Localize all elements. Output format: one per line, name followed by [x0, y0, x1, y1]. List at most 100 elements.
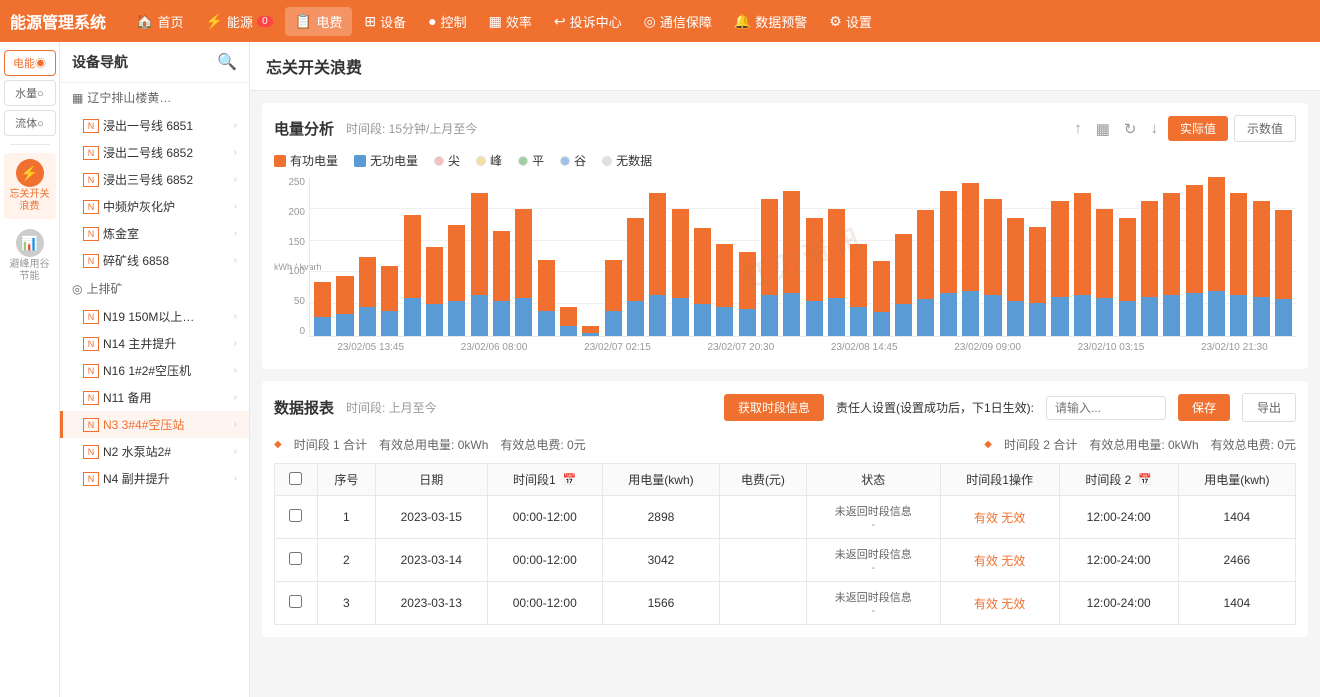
row-checkbox-2[interactable]: [275, 582, 318, 625]
app-title: 能源管理系统: [10, 9, 106, 33]
row-1-invalid-btn[interactable]: 无效: [1001, 552, 1025, 569]
col-period2: 时间段 2 📅: [1059, 464, 1178, 496]
device-item-d2[interactable]: N 浸出二号线 6852 ›: [60, 139, 249, 166]
legend-valley: 谷: [560, 152, 586, 169]
nav-control[interactable]: ● 控制: [418, 7, 476, 36]
row-1-checkbox[interactable]: [289, 552, 302, 565]
nav-efficiency[interactable]: ▦ 效率: [479, 7, 542, 36]
bar-chart-icon[interactable]: ▦: [1092, 118, 1114, 140]
table-thead: 序号 日期 时间段1 📅 用电量(kwh) 电费(元) 状态: [275, 464, 1296, 496]
refresh-icon[interactable]: ↻: [1120, 118, 1141, 140]
device-item-d3[interactable]: N 浸出三号线 6852 ›: [60, 166, 249, 193]
settings-icon: ⚙: [829, 13, 842, 30]
legend-reactive-label: 无功电量: [370, 152, 418, 169]
get-info-button[interactable]: 获取时段信息: [724, 394, 824, 421]
bar-blue-36: [1119, 301, 1136, 336]
nav-equipment[interactable]: ⊞ 设备: [354, 7, 416, 36]
device-d4-icon: N: [83, 200, 99, 214]
bar-blue-13: [605, 311, 622, 336]
quick-sidebar: 电能◉ 水量○ 流体○ ⚡ 忘关开关浪费 📊 避峰用谷节能: [0, 42, 60, 697]
row-1-valid-btn[interactable]: 有效: [974, 552, 998, 569]
period2-calendar-icon[interactable]: 📅: [1138, 473, 1152, 486]
bar-blue-4: [404, 298, 421, 336]
nav-comm[interactable]: ◎ 通信保障: [634, 7, 722, 36]
row-0-invalid-btn[interactable]: 无效: [1001, 509, 1025, 526]
bar-group-10: [535, 177, 556, 336]
row-dash-2: -: [871, 605, 875, 617]
device-item-u1[interactable]: N N19 150M以上… ›: [60, 303, 249, 330]
row-checkbox-1[interactable]: [275, 539, 318, 582]
period1-calendar-icon[interactable]: 📅: [563, 473, 577, 486]
bar-orange-17: [694, 228, 711, 304]
row-0-checkbox[interactable]: [289, 509, 302, 522]
quick-btn-water[interactable]: 水量○: [4, 80, 56, 106]
search-icon[interactable]: 🔍: [217, 52, 237, 72]
device-nav-header: 设备导航 🔍: [60, 42, 249, 83]
device-item-d4[interactable]: N 中频炉灰化炉 ›: [60, 193, 249, 220]
row-checkbox-0[interactable]: [275, 496, 318, 539]
legend-valley-dot: [560, 156, 570, 166]
device-item-d1[interactable]: N 浸出一号线 6851 ›: [60, 112, 249, 139]
bar-group-11: [558, 177, 579, 336]
row-2-invalid-btn[interactable]: 无效: [1001, 595, 1025, 612]
device-item-d6[interactable]: N 碎矿线 6858 ›: [60, 247, 249, 274]
content-body: 电量分析 时间段: 15分钟/上月至今 ↑ ▦ ↻ ↓ 实际值 示数值: [250, 91, 1320, 697]
bar-blue-35: [1096, 298, 1113, 336]
device-d5-label: 炼金室: [103, 225, 139, 242]
display-value-button[interactable]: 示数值: [1234, 115, 1296, 142]
bar-orange-9: [515, 209, 532, 298]
bar-blue-1: [336, 314, 353, 336]
bar-group-24: [848, 177, 869, 336]
download-icon[interactable]: ↓: [1146, 118, 1162, 139]
device-item-u7[interactable]: N N4 副井提升 ›: [60, 465, 249, 492]
nav-complaint[interactable]: ↩ 投诉中心: [544, 7, 632, 36]
device-item-d5-left: N 炼金室: [83, 225, 139, 242]
row-2-valid-btn[interactable]: 有效: [974, 595, 998, 612]
bar-group-38: [1161, 177, 1182, 336]
nav-electricity[interactable]: 📋 电费: [285, 7, 352, 36]
export-button[interactable]: 导出: [1242, 393, 1296, 422]
save-button[interactable]: 保存: [1178, 394, 1230, 421]
export-icon[interactable]: ↑: [1070, 118, 1086, 139]
shortcut-valley-saving[interactable]: 📊 避峰用谷节能: [4, 223, 56, 289]
summary1-power: 有效总用电量: 0kWh: [379, 436, 488, 453]
alert-icon: 🔔: [734, 13, 751, 30]
device-item-u5[interactable]: N N3 3#4#空压站 ›: [60, 411, 249, 438]
nav-energy[interactable]: ⚡ 能源 0: [195, 7, 282, 36]
nav-energy-label: 能源: [227, 12, 253, 31]
device-item-u3[interactable]: N N16 1#2#空压机 ›: [60, 357, 249, 384]
legend-valley-label: 谷: [574, 152, 586, 169]
bar-blue-15: [649, 295, 666, 336]
device-navigation: 设备导航 🔍 ▦ 辽宁排山楼黄… N 浸出一号线 6851 › N 浸出二号线 …: [60, 42, 250, 697]
nav-alert[interactable]: 🔔 数据预警: [724, 7, 817, 36]
device-item-u6[interactable]: N N2 水泵站2# ›: [60, 438, 249, 465]
device-d2-label: 浸出二号线 6852: [103, 144, 193, 161]
col-power2: 用电量(kwh): [1178, 464, 1295, 496]
quick-btn-fluid[interactable]: 流体○: [4, 110, 56, 136]
row-2-checkbox[interactable]: [289, 595, 302, 608]
period1-label: 时间段1: [513, 471, 556, 488]
bar-group-33: [1049, 177, 1070, 336]
chart-bars: [310, 177, 1296, 336]
table-time-period: 时间段: 上月至今: [346, 399, 437, 416]
table-header-row-el: 序号 日期 时间段1 📅 用电量(kwh) 电费(元) 状态: [275, 464, 1296, 496]
chart-section: 电量分析 时间段: 15分钟/上月至今 ↑ ▦ ↻ ↓ 实际值 示数值: [262, 103, 1308, 369]
chart-x-axis: 23/02/05 13:45 23/02/06 08:00 23/02/07 0…: [309, 337, 1296, 357]
shortcut-waste-switch[interactable]: ⚡ 忘关开关浪费: [4, 153, 56, 219]
bar-blue-34: [1074, 295, 1091, 336]
nav-settings[interactable]: ⚙ 设置: [819, 7, 882, 36]
quick-btn-electric[interactable]: 电能◉: [4, 50, 56, 76]
device-item-u2[interactable]: N N14 主井提升 ›: [60, 330, 249, 357]
select-all-checkbox[interactable]: [289, 472, 302, 485]
actual-value-button[interactable]: 实际值: [1168, 116, 1228, 141]
device-item-u4[interactable]: N N11 备用 ›: [60, 384, 249, 411]
resp-person-input[interactable]: [1046, 396, 1166, 420]
nav-home[interactable]: 🏠 首页: [126, 7, 193, 36]
bar-group-42: [1250, 177, 1271, 336]
device-u1-label: N19 150M以上…: [103, 308, 194, 325]
bar-orange-32: [1029, 227, 1046, 303]
device-item-d5[interactable]: N 炼金室 ›: [60, 220, 249, 247]
bar-orange-7: [471, 193, 488, 295]
row-0-valid-btn[interactable]: 有效: [974, 509, 998, 526]
legend-peak1: 尖: [434, 152, 460, 169]
